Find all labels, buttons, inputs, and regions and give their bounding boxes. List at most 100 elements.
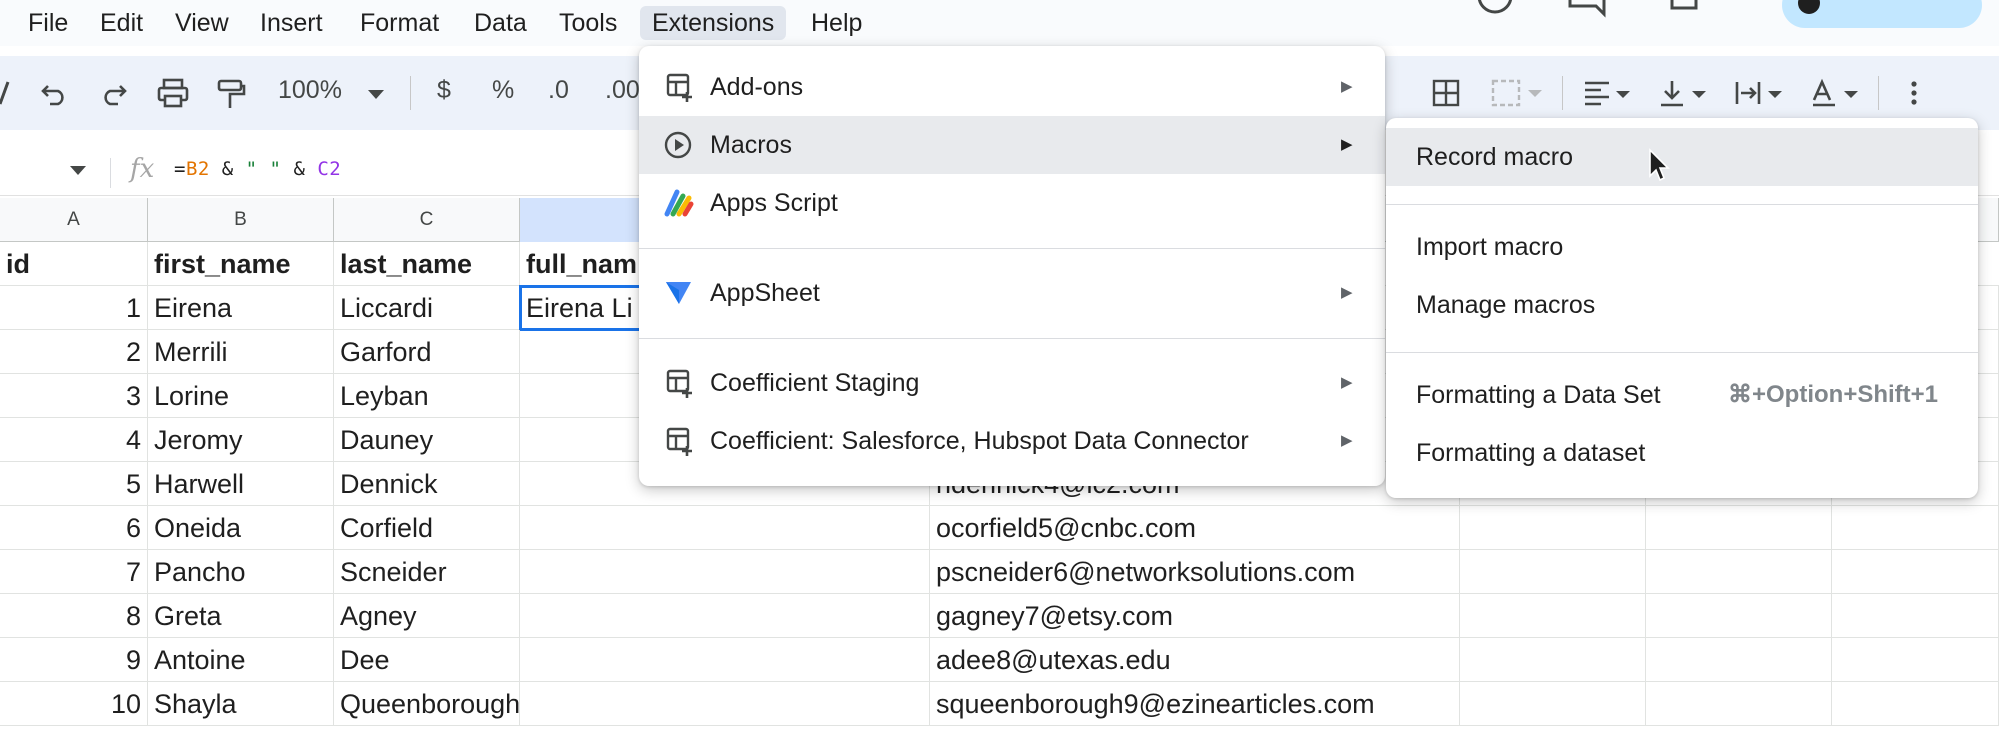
cell-full-name[interactable] — [520, 506, 930, 550]
horizontal-align-icon[interactable] — [1582, 78, 1638, 108]
name-box-chevron-down-icon[interactable] — [70, 166, 86, 176]
format-currency-button[interactable]: $ — [437, 76, 451, 105]
menu-extensions[interactable]: Extensions — [640, 6, 787, 40]
zoom-select[interactable]: 100% — [278, 76, 342, 105]
cell-id[interactable]: 7 — [0, 550, 148, 594]
cell-g[interactable] — [1646, 682, 1832, 726]
history-icon[interactable] — [1475, 0, 1515, 20]
cell-full-name[interactable] — [520, 638, 930, 682]
column-header-b[interactable]: B — [148, 198, 334, 242]
cell-f[interactable] — [1460, 638, 1646, 682]
menu-tools[interactable]: Tools — [547, 6, 629, 40]
cell-id[interactable]: 4 — [0, 418, 148, 462]
menu-help[interactable]: Help — [799, 6, 874, 40]
cell-h[interactable] — [1832, 506, 1999, 550]
cell-first-name[interactable]: Greta — [148, 594, 334, 638]
cell-email[interactable]: squeenborough9@ezinearticles.com — [930, 682, 1460, 726]
increase-decimal-button[interactable]: .00 — [605, 76, 640, 105]
vertical-align-icon[interactable] — [1658, 78, 1714, 108]
menu-item-coefficient-salesforce[interactable]: Coefficient: Salesforce, Hubspot Data Co… — [639, 412, 1385, 470]
cell-last-name[interactable]: Leyban — [334, 374, 520, 418]
cell-g[interactable] — [1646, 550, 1832, 594]
column-header-c[interactable]: C — [334, 198, 520, 242]
cell-id[interactable]: 9 — [0, 638, 148, 682]
text-rotation-icon[interactable] — [1810, 78, 1866, 108]
cell-email[interactable]: gagney7@etsy.com — [930, 594, 1460, 638]
cell-header-last-name[interactable]: last_name — [334, 242, 520, 286]
decrease-decimal-button[interactable]: .0 — [548, 76, 569, 105]
cell-g[interactable] — [1646, 506, 1832, 550]
cell-last-name[interactable]: Queenborough — [334, 682, 520, 726]
menu-item-coefficient-staging[interactable]: Coefficient Staging ▶ — [639, 354, 1385, 412]
cell-last-name[interactable]: Agney — [334, 594, 520, 638]
menu-item-record-macro[interactable]: Record macro — [1386, 128, 1978, 186]
meet-icon[interactable] — [1668, 0, 1712, 20]
cell-first-name[interactable]: Eirena — [148, 286, 334, 330]
menu-item-appsheet[interactable]: AppSheet ▶ — [639, 264, 1385, 322]
cell-email[interactable]: ocorfield5@cnbc.com — [930, 506, 1460, 550]
cell-h[interactable] — [1832, 550, 1999, 594]
cell-full-name[interactable] — [520, 550, 930, 594]
comment-icon[interactable] — [1566, 0, 1610, 20]
cell-h[interactable] — [1832, 682, 1999, 726]
paint-format-icon[interactable] — [216, 78, 246, 110]
menu-data[interactable]: Data — [462, 6, 539, 40]
cell-f[interactable] — [1460, 594, 1646, 638]
cell-last-name[interactable]: Garford — [334, 330, 520, 374]
zoom-chevron-down-icon[interactable] — [368, 90, 384, 100]
cell-last-name[interactable]: Dennick — [334, 462, 520, 506]
cell-id[interactable]: 6 — [0, 506, 148, 550]
more-options-icon[interactable] — [1908, 78, 1920, 108]
menu-view[interactable]: View — [163, 6, 241, 40]
cell-id[interactable]: 8 — [0, 594, 148, 638]
format-percent-button[interactable]: % — [492, 76, 514, 105]
menu-item-formatting-a-dataset[interactable]: Formatting a dataset — [1386, 424, 1978, 482]
cell-last-name[interactable]: Liccardi — [334, 286, 520, 330]
cell-first-name[interactable]: Harwell — [148, 462, 334, 506]
cell-header-id[interactable]: id — [0, 242, 148, 286]
cell-last-name[interactable]: Scneider — [334, 550, 520, 594]
column-header-a[interactable]: A — [0, 198, 148, 242]
cell-first-name[interactable]: Antoine — [148, 638, 334, 682]
cell-first-name[interactable]: Oneida — [148, 506, 334, 550]
cell-first-name[interactable]: Shayla — [148, 682, 334, 726]
cell-id[interactable]: 10 — [0, 682, 148, 726]
cell-id[interactable]: 2 — [0, 330, 148, 374]
redo-icon[interactable] — [100, 80, 128, 106]
menu-item-manage-macros[interactable]: Manage macros — [1386, 276, 1978, 334]
cell-first-name[interactable]: Merrili — [148, 330, 334, 374]
search-menus-icon[interactable] — [0, 78, 10, 108]
cell-header-first-name[interactable]: first_name — [148, 242, 334, 286]
merge-cells-icon[interactable] — [1490, 78, 1546, 108]
menu-item-formatting-a-data-set[interactable]: Formatting a Data Set ⌘+Option+Shift+1 — [1386, 366, 1978, 424]
menu-edit[interactable]: Edit — [88, 6, 155, 40]
undo-icon[interactable] — [40, 80, 68, 106]
cell-last-name[interactable]: Corfield — [334, 506, 520, 550]
cell-f[interactable] — [1460, 550, 1646, 594]
cell-g[interactable] — [1646, 594, 1832, 638]
cell-f[interactable] — [1460, 506, 1646, 550]
menu-insert[interactable]: Insert — [248, 6, 335, 40]
cell-f[interactable] — [1460, 682, 1646, 726]
cell-h[interactable] — [1832, 638, 1999, 682]
cell-full-name[interactable] — [520, 682, 930, 726]
print-icon[interactable] — [156, 78, 190, 108]
cell-first-name[interactable]: Jeromy — [148, 418, 334, 462]
cell-g[interactable] — [1646, 638, 1832, 682]
cell-full-name[interactable] — [520, 594, 930, 638]
share-button[interactable] — [1782, 0, 1982, 28]
menu-format[interactable]: Format — [348, 6, 451, 40]
cell-email[interactable]: adee8@utexas.edu — [930, 638, 1460, 682]
cell-first-name[interactable]: Lorine — [148, 374, 334, 418]
menu-item-apps-script[interactable]: Apps Script — [639, 174, 1385, 232]
cell-last-name[interactable]: Dee — [334, 638, 520, 682]
cell-h[interactable] — [1832, 594, 1999, 638]
menu-item-macros[interactable]: Macros ▶ — [639, 116, 1385, 174]
cell-first-name[interactable]: Pancho — [148, 550, 334, 594]
text-wrapping-icon[interactable] — [1734, 78, 1790, 108]
cell-id[interactable]: 3 — [0, 374, 148, 418]
cell-email[interactable]: pscneider6@networksolutions.com — [930, 550, 1460, 594]
cell-id[interactable]: 1 — [0, 286, 148, 330]
menu-item-import-macro[interactable]: Import macro — [1386, 218, 1978, 276]
menu-file[interactable]: File — [16, 6, 80, 40]
